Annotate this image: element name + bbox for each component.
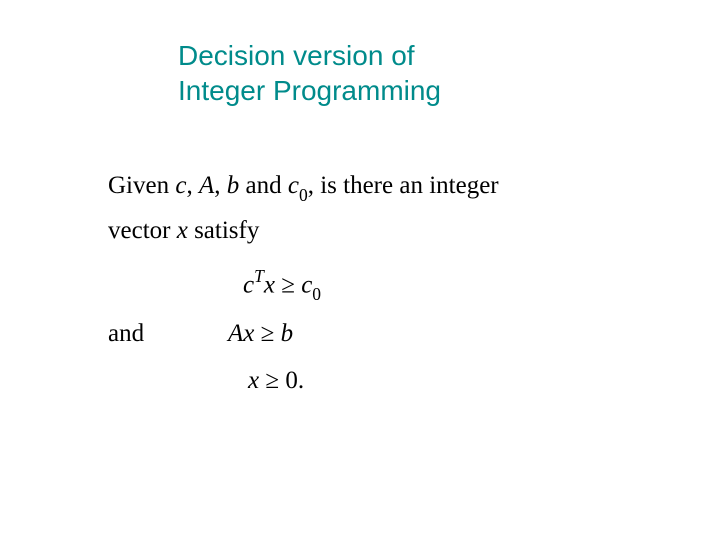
var-c0-sub: 0 [299, 185, 308, 205]
constraint-row-1: cTx ≥ c0 [108, 261, 499, 310]
expr3-x: x [248, 367, 259, 394]
and-label: and [108, 310, 168, 358]
expr2: Ax ≥ b [168, 310, 293, 358]
title-line-1: Decision version of [178, 38, 441, 73]
and-word: and [239, 172, 288, 199]
slide-title: Decision version of Integer Programming [178, 38, 441, 108]
expr1-c2: c [301, 271, 312, 298]
expr2-A: A [228, 320, 243, 347]
given-line: Given c, A, b and c0, is there an intege… [108, 165, 499, 208]
expr1: cTx ≥ c0 [168, 261, 321, 310]
slide-content: Given c, A, b and c0, is there an intege… [108, 165, 499, 405]
expr1-x: x [264, 271, 275, 298]
var-x: x [177, 217, 188, 244]
expr2-x: x [243, 320, 254, 347]
var-c0-c: c [288, 172, 299, 199]
math-constraints: cTx ≥ c0 and Ax ≥ b x ≥ 0. [108, 261, 499, 405]
expr3: x ≥ 0. [168, 357, 304, 405]
vector-line: vector x satisfy [108, 210, 499, 251]
constraint-row-2: and Ax ≥ b [108, 310, 499, 358]
comma1: , [186, 172, 199, 199]
comma2: , [214, 172, 227, 199]
var-c: c [175, 172, 186, 199]
title-line-2: Integer Programming [178, 73, 441, 108]
expr2-ge: ≥ [254, 320, 280, 347]
expr3-zero: 0. [285, 367, 304, 394]
expr1-c: c [243, 271, 254, 298]
var-A: A [199, 172, 214, 199]
expr2-b: b [281, 320, 294, 347]
given-prefix: Given [108, 172, 175, 199]
expr1-ge: ≥ [275, 271, 301, 298]
vector-suffix: satisfy [188, 217, 260, 244]
constraint-row-3: x ≥ 0. [108, 357, 499, 405]
expr1-T: T [254, 266, 264, 286]
expr3-ge: ≥ [259, 367, 285, 394]
var-b: b [227, 172, 240, 199]
vector-prefix: vector [108, 217, 177, 244]
given-suffix: , is there an integer [308, 172, 499, 199]
expr1-sub: 0 [312, 284, 321, 304]
